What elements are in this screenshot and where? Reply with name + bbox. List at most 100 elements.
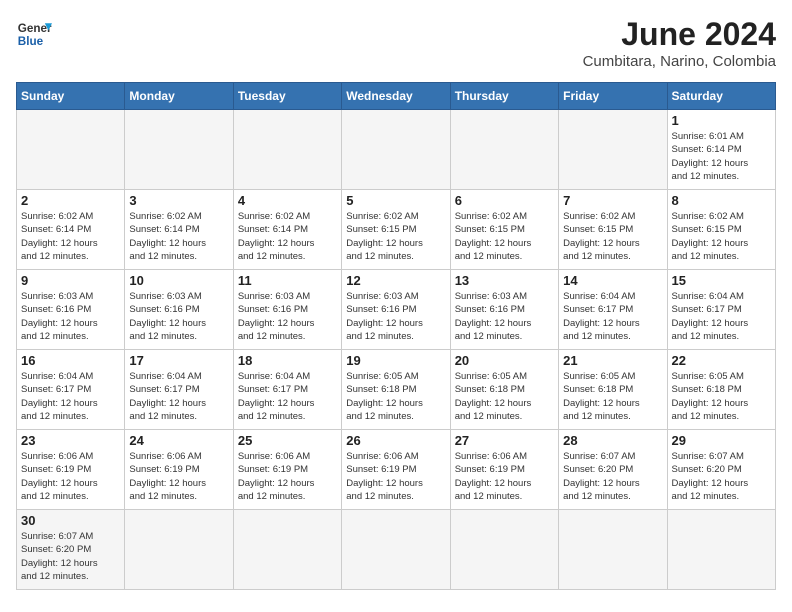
weekday-header-row: Sunday Monday Tuesday Wednesday Thursday… xyxy=(17,83,776,110)
day-info: Sunrise: 6:06 AM Sunset: 6:19 PM Dayligh… xyxy=(455,450,554,503)
day-info: Sunrise: 6:03 AM Sunset: 6:16 PM Dayligh… xyxy=(129,290,228,343)
table-row: 21Sunrise: 6:05 AM Sunset: 6:18 PM Dayli… xyxy=(559,350,667,430)
day-number: 26 xyxy=(346,433,445,448)
table-row: 16 Sunrise: 6:04 AM Sunset: 6:17 PM Dayli… xyxy=(17,350,125,430)
header: General Blue June 2024 Cumbitara, Narino… xyxy=(16,16,776,70)
logo: General Blue xyxy=(16,16,52,52)
table-row xyxy=(17,110,125,190)
table-row: 28 Sunrise: 6:07 AM Sunset: 6:20 PM Dayli… xyxy=(559,430,667,510)
header-friday: Friday xyxy=(559,83,667,110)
table-row xyxy=(559,110,667,190)
table-row: 18Sunrise: 6:04 AM Sunset: 6:17 PM Dayli… xyxy=(233,350,341,430)
day-info: Sunrise: 6:03 AM Sunset: 6:16 PM Dayligh… xyxy=(455,290,554,343)
day-info: Sunrise: 6:02 AM Sunset: 6:14 PM Dayligh… xyxy=(129,210,228,263)
table-row: 12 Sunrise: 6:03 AM Sunset: 6:16 PM Dayli… xyxy=(342,270,450,350)
generalblue-logo-icon: General Blue xyxy=(16,16,52,52)
day-info: Sunrise: 6:05 AM Sunset: 6:18 PM Dayligh… xyxy=(672,370,771,423)
header-sunday: Sunday xyxy=(17,83,125,110)
day-info: Sunrise: 6:03 AM Sunset: 6:16 PM Dayligh… xyxy=(21,290,120,343)
day-number: 16 xyxy=(21,353,120,368)
day-info: Sunrise: 6:02 AM Sunset: 6:14 PM Dayligh… xyxy=(238,210,337,263)
day-number: 17 xyxy=(129,353,228,368)
table-row xyxy=(125,110,233,190)
day-info: Sunrise: 6:03 AM Sunset: 6:16 PM Dayligh… xyxy=(346,290,445,343)
table-row xyxy=(342,110,450,190)
day-number: 23 xyxy=(21,433,120,448)
day-info: Sunrise: 6:07 AM Sunset: 6:20 PM Dayligh… xyxy=(563,450,662,503)
day-number: 13 xyxy=(455,273,554,288)
table-row: 10 Sunrise: 6:03 AM Sunset: 6:16 PM Dayli… xyxy=(125,270,233,350)
table-row: 15Sunrise: 6:04 AM Sunset: 6:17 PM Dayli… xyxy=(667,270,775,350)
day-number: 19 xyxy=(346,353,445,368)
table-row: 23Sunrise: 6:06 AM Sunset: 6:19 PM Dayli… xyxy=(17,430,125,510)
table-row: 13 Sunrise: 6:03 AM Sunset: 6:16 PM Dayli… xyxy=(450,270,558,350)
day-info: Sunrise: 6:02 AM Sunset: 6:15 PM Dayligh… xyxy=(672,210,771,263)
table-row xyxy=(233,510,341,590)
day-number: 27 xyxy=(455,433,554,448)
day-info: Sunrise: 6:05 AM Sunset: 6:18 PM Dayligh… xyxy=(346,370,445,423)
day-info: Sunrise: 6:02 AM Sunset: 6:15 PM Dayligh… xyxy=(455,210,554,263)
calendar-week-row: 2 Sunrise: 6:02 AM Sunset: 6:14 PM Daylig… xyxy=(17,190,776,270)
calendar-week-row: 9 Sunrise: 6:03 AM Sunset: 6:16 PM Daylig… xyxy=(17,270,776,350)
table-row: 4 Sunrise: 6:02 AM Sunset: 6:14 PM Daylig… xyxy=(233,190,341,270)
day-number: 28 xyxy=(563,433,662,448)
calendar-week-row: 16 Sunrise: 6:04 AM Sunset: 6:17 PM Dayli… xyxy=(17,350,776,430)
day-number: 14 xyxy=(563,273,662,288)
day-number: 29 xyxy=(672,433,771,448)
table-row: 7Sunrise: 6:02 AM Sunset: 6:15 PM Daylig… xyxy=(559,190,667,270)
day-info: Sunrise: 6:04 AM Sunset: 6:17 PM Dayligh… xyxy=(672,290,771,343)
day-info: Sunrise: 6:07 AM Sunset: 6:20 PM Dayligh… xyxy=(672,450,771,503)
table-row: 2Sunrise: 6:02 AM Sunset: 6:14 PM Daylig… xyxy=(17,190,125,270)
table-row: 25Sunrise: 6:06 AM Sunset: 6:19 PM Dayli… xyxy=(233,430,341,510)
day-info: Sunrise: 6:02 AM Sunset: 6:15 PM Dayligh… xyxy=(346,210,445,263)
day-info: Sunrise: 6:04 AM Sunset: 6:17 PM Dayligh… xyxy=(563,290,662,343)
header-thursday: Thursday xyxy=(450,83,558,110)
day-number: 3 xyxy=(129,193,228,208)
day-number: 7 xyxy=(563,193,662,208)
header-saturday: Saturday xyxy=(667,83,775,110)
table-row: 1 Sunrise: 6:01 AM Sunset: 6:14 PM Daylig… xyxy=(667,110,775,190)
table-row: 17 Sunrise: 6:04 AM Sunset: 6:17 PM Dayli… xyxy=(125,350,233,430)
table-row: 5Sunrise: 6:02 AM Sunset: 6:15 PM Daylig… xyxy=(342,190,450,270)
day-number: 12 xyxy=(346,273,445,288)
day-number: 2 xyxy=(21,193,120,208)
calendar-week-row: 30Sunrise: 6:07 AM Sunset: 6:20 PM Dayli… xyxy=(17,510,776,590)
svg-text:Blue: Blue xyxy=(18,35,44,48)
day-number: 9 xyxy=(21,273,120,288)
day-number: 6 xyxy=(455,193,554,208)
day-info: Sunrise: 6:05 AM Sunset: 6:18 PM Dayligh… xyxy=(563,370,662,423)
day-info: Sunrise: 6:03 AM Sunset: 6:16 PM Dayligh… xyxy=(238,290,337,343)
day-number: 18 xyxy=(238,353,337,368)
day-info: Sunrise: 6:04 AM Sunset: 6:17 PM Dayligh… xyxy=(21,370,120,423)
day-number: 11 xyxy=(238,273,337,288)
title-area: June 2024 Cumbitara, Narino, Colombia xyxy=(583,16,776,70)
day-info: Sunrise: 6:01 AM Sunset: 6:14 PM Dayligh… xyxy=(672,130,771,183)
day-info: Sunrise: 6:04 AM Sunset: 6:17 PM Dayligh… xyxy=(129,370,228,423)
day-number: 20 xyxy=(455,353,554,368)
table-row: 9 Sunrise: 6:03 AM Sunset: 6:16 PM Daylig… xyxy=(17,270,125,350)
header-wednesday: Wednesday xyxy=(342,83,450,110)
table-row: 8 Sunrise: 6:02 AM Sunset: 6:15 PM Daylig… xyxy=(667,190,775,270)
table-row: 19 Sunrise: 6:05 AM Sunset: 6:18 PM Dayli… xyxy=(342,350,450,430)
day-info: Sunrise: 6:06 AM Sunset: 6:19 PM Dayligh… xyxy=(346,450,445,503)
table-row xyxy=(559,510,667,590)
calendar-week-row: 1 Sunrise: 6:01 AM Sunset: 6:14 PM Daylig… xyxy=(17,110,776,190)
table-row xyxy=(667,510,775,590)
table-row: 14 Sunrise: 6:04 AM Sunset: 6:17 PM Dayli… xyxy=(559,270,667,350)
table-row: 20Sunrise: 6:05 AM Sunset: 6:18 PM Dayli… xyxy=(450,350,558,430)
day-number: 22 xyxy=(672,353,771,368)
table-row: 3 Sunrise: 6:02 AM Sunset: 6:14 PM Daylig… xyxy=(125,190,233,270)
table-row: 27 Sunrise: 6:06 AM Sunset: 6:19 PM Dayli… xyxy=(450,430,558,510)
day-number: 10 xyxy=(129,273,228,288)
day-number: 4 xyxy=(238,193,337,208)
day-number: 8 xyxy=(672,193,771,208)
day-number: 1 xyxy=(672,113,771,128)
table-row: 29 Sunrise: 6:07 AM Sunset: 6:20 PM Dayli… xyxy=(667,430,775,510)
calendar-subtitle: Cumbitara, Narino, Colombia xyxy=(583,53,776,70)
header-monday: Monday xyxy=(125,83,233,110)
day-number: 25 xyxy=(238,433,337,448)
day-number: 24 xyxy=(129,433,228,448)
table-row: 30Sunrise: 6:07 AM Sunset: 6:20 PM Dayli… xyxy=(17,510,125,590)
table-row xyxy=(342,510,450,590)
day-number: 30 xyxy=(21,513,120,528)
